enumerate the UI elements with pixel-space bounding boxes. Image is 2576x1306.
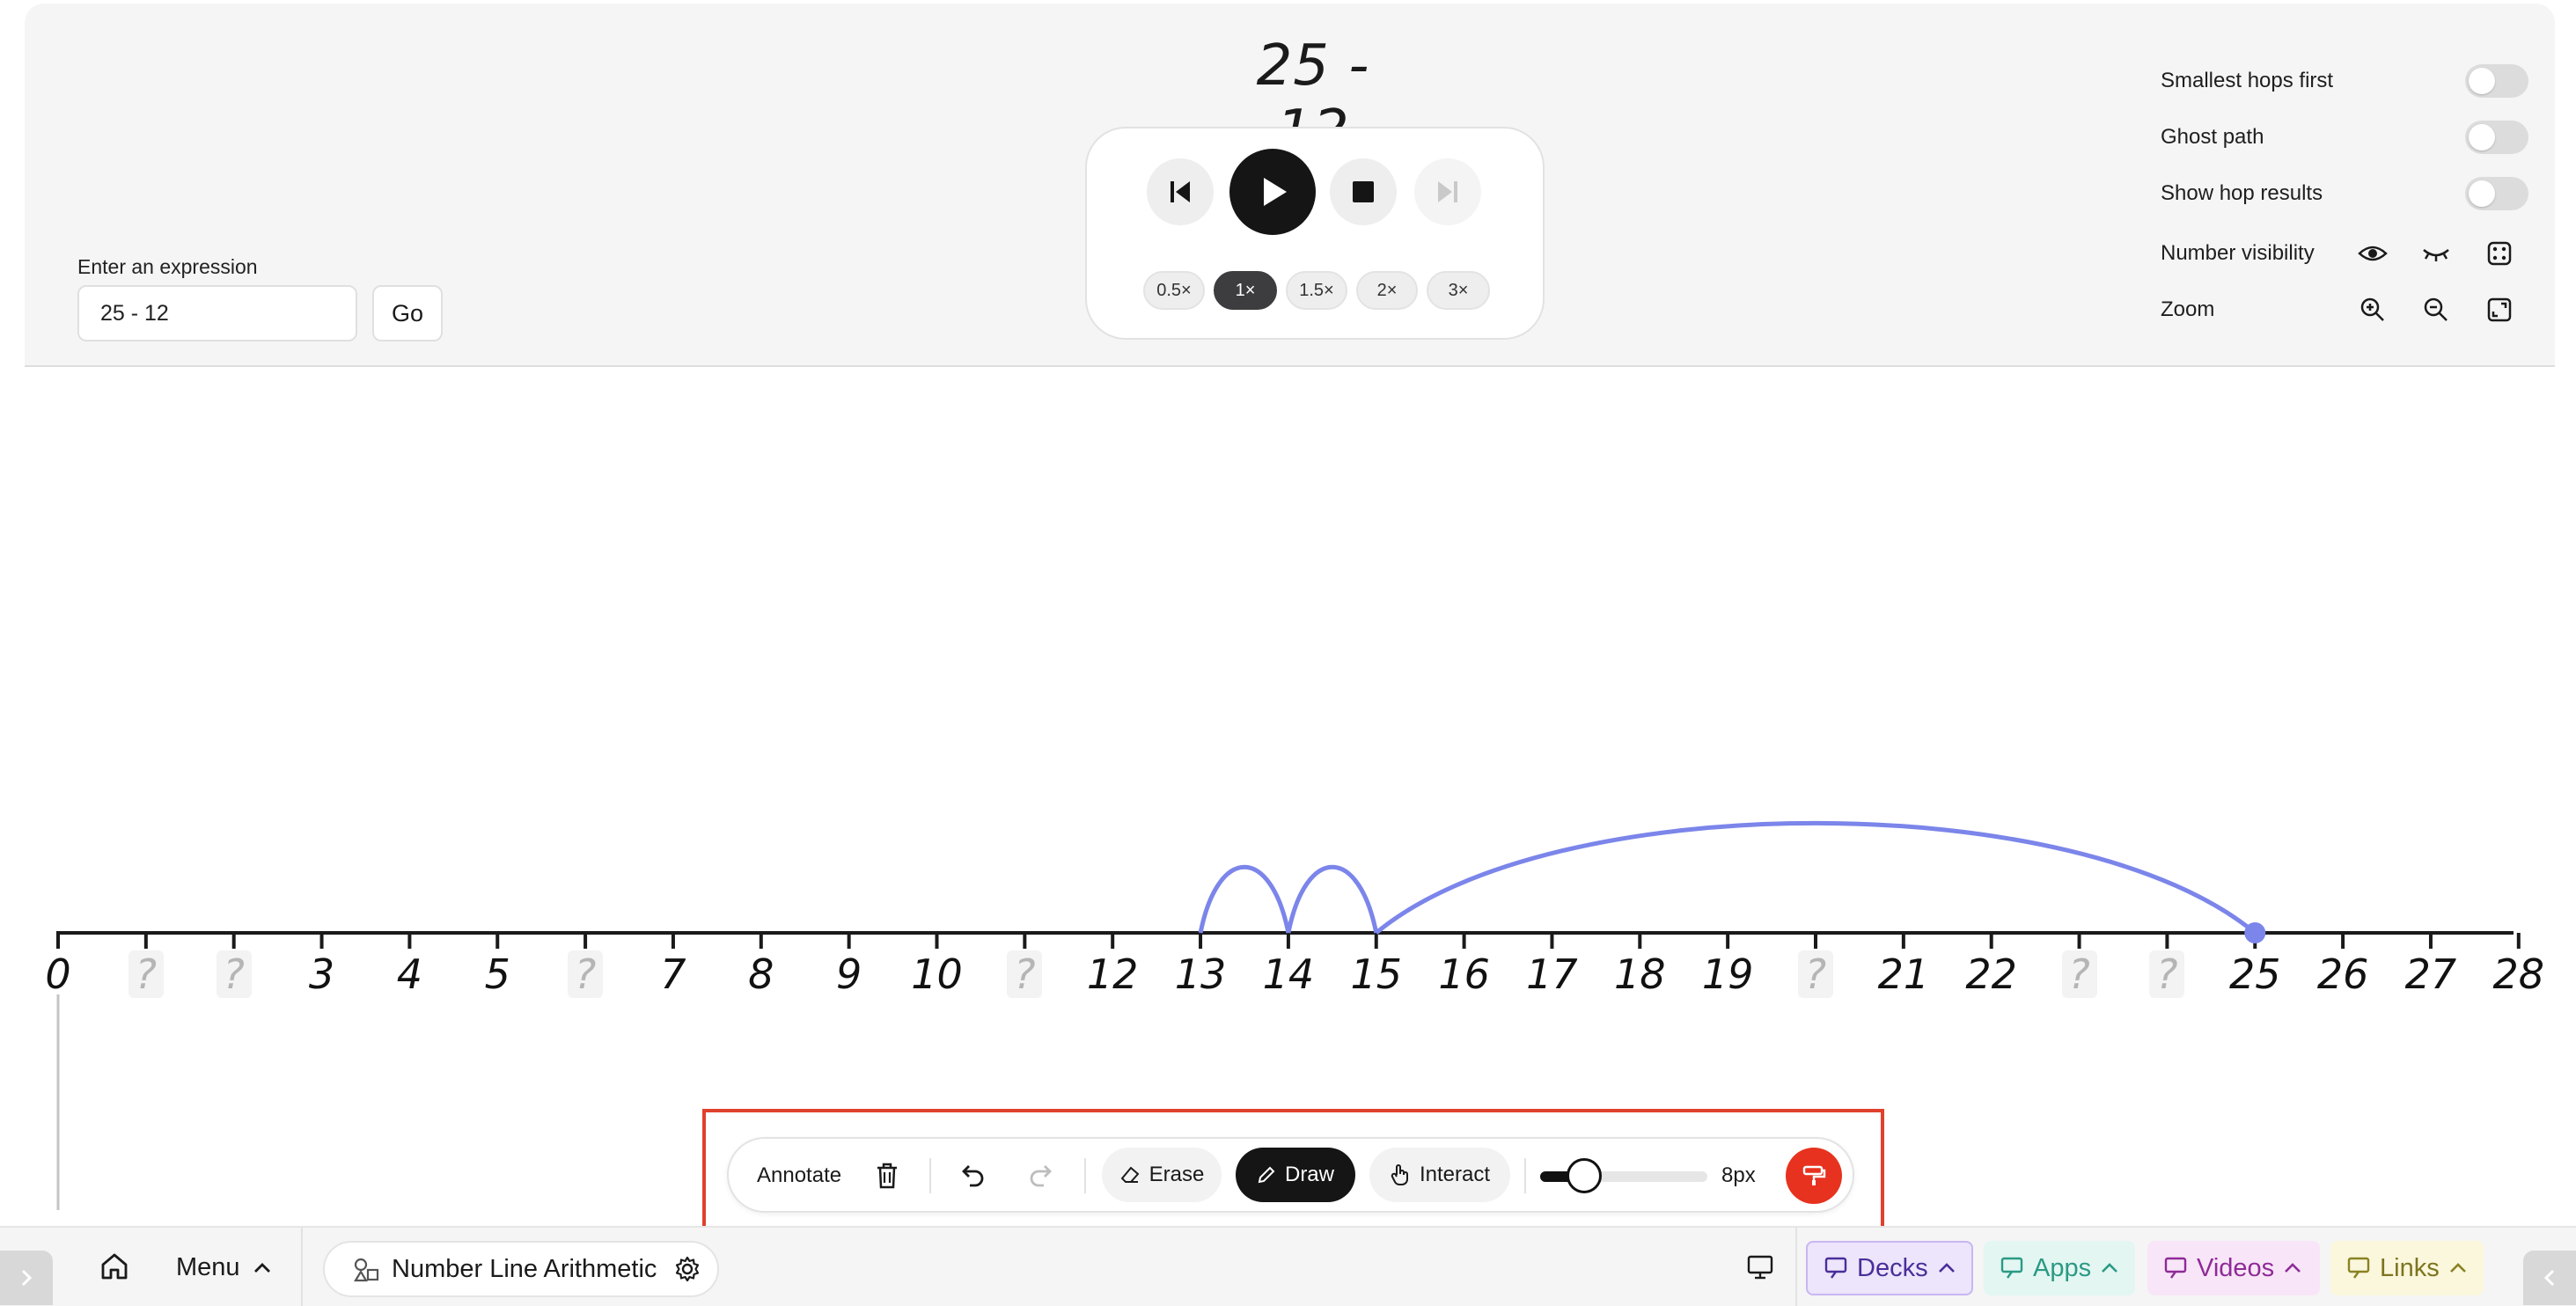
toolbar-divider [929,1158,931,1193]
hidden-number-label[interactable]: ? [1798,950,1833,998]
pen-color-button[interactable] [1786,1148,1842,1204]
start-marker[interactable] [2244,922,2266,943]
number-label: 10 [911,950,963,998]
hop-arc [1375,820,2257,935]
tick-marks [56,933,2521,949]
bottom-bar: Menu Number Line Arithmetic Decks Apps V… [0,1226,2576,1306]
shapes-icon [354,1258,379,1282]
number-label: 27 [2404,950,2457,998]
number-label: 15 [1350,950,1403,998]
chevron-right-icon [21,1269,33,1287]
links-tab[interactable]: Links [2330,1241,2484,1295]
number-label: 14 [1262,950,1315,998]
number-label: 7 [660,950,686,998]
hop-arcs [1198,820,2266,943]
brush-size-slider[interactable] [1540,1158,1707,1193]
bottom-divider [1795,1228,1797,1306]
bottom-divider [301,1228,303,1306]
number-label: 28 [2492,950,2545,998]
number-label: 16 [1438,950,1490,998]
number-label: 18 [1614,950,1666,998]
hidden-number-label[interactable]: ? [1007,950,1043,998]
hop-arc [1286,864,1379,934]
trash-icon [877,1163,897,1189]
draw-tool-button[interactable]: Draw [1236,1148,1355,1202]
hand-pointer-icon [1391,1164,1408,1185]
chevron-up-icon [2449,1263,2466,1273]
number-label: 3 [308,950,335,998]
brush-size-value: 8px [1721,1163,1756,1187]
draw-label: Draw [1284,1163,1334,1186]
home-button[interactable] [97,1249,132,1284]
erase-label: Erase [1149,1163,1205,1186]
hidden-number-label[interactable]: ? [568,950,604,998]
chevron-up-icon [2285,1263,2301,1273]
hidden-number-label[interactable]: ? [128,950,164,998]
number-label: 5 [484,950,510,998]
undo-button[interactable] [954,1158,989,1193]
interact-label: Interact [1419,1163,1491,1186]
expand-left-button[interactable] [0,1251,53,1305]
number-label: 8 [748,950,774,998]
hidden-number-label[interactable]: ? [2061,950,2097,998]
chevron-up-icon [1938,1263,1955,1273]
hop-arc [1198,864,1291,934]
number-label: 9 [836,950,862,998]
number-label: 0 [45,950,71,998]
undo-icon [962,1165,984,1187]
number-label: 4 [396,950,423,998]
app-name: Number Line Arithmetic [392,1255,657,1283]
toolbar-divider [1524,1158,1526,1193]
number-label: 22 [1965,950,2017,998]
menu-label: Menu [176,1253,240,1281]
redo-icon [1030,1165,1052,1187]
hidden-number-label[interactable]: ? [2149,950,2185,998]
paint-roller-icon [1802,1165,1826,1185]
links-label: Links [2380,1253,2440,1282]
presentation-icon [2000,1257,2023,1279]
pencil-icon [1258,1166,1275,1184]
app-stage: 25 - 12 [0,0,2576,1306]
home-icon [101,1253,128,1280]
clear-annotations-button[interactable] [870,1158,905,1193]
monitor-icon [1747,1255,1773,1280]
number-label: 19 [1701,950,1754,998]
expand-right-button[interactable] [2523,1251,2576,1305]
presentation-icon [1824,1257,1847,1279]
decks-label: Decks [1857,1253,1928,1282]
display-mode-button[interactable] [1743,1250,1778,1285]
apps-tab[interactable]: Apps [1984,1241,2135,1295]
number-label: 13 [1174,950,1227,998]
presentation-icon [2164,1257,2187,1279]
number-label: 25 [2228,950,2281,998]
videos-tab[interactable]: Videos [2147,1241,2320,1295]
current-app-pill[interactable]: Number Line Arithmetic [323,1241,719,1297]
number-label: 26 [2316,950,2369,998]
decks-tab[interactable]: Decks [1806,1241,1973,1295]
number-label: 17 [1526,950,1578,998]
toolbar-divider [1084,1158,1086,1193]
hidden-number-label[interactable]: ? [216,950,252,998]
videos-label: Videos [2197,1253,2275,1282]
redo-button[interactable] [1024,1158,1060,1193]
apps-label: Apps [2033,1253,2092,1282]
slider-handle[interactable] [1567,1158,1603,1193]
number-label: 21 [1877,950,1930,998]
annotate-label: Annotate [757,1163,842,1187]
gear-icon [675,1256,700,1282]
annotate-toolbar: Annotate Erase Draw Interact 8px [727,1137,1854,1213]
chevron-left-icon [2543,1269,2555,1287]
chevron-up-icon [254,1263,270,1273]
erase-tool-button[interactable]: Erase [1102,1148,1222,1202]
chevron-up-icon [2102,1263,2118,1273]
number-label: 12 [1086,950,1139,998]
presentation-icon [2347,1257,2370,1279]
eraser-icon [1120,1166,1140,1183]
app-settings-button[interactable] [670,1251,705,1287]
interact-tool-button[interactable]: Interact [1369,1148,1510,1202]
